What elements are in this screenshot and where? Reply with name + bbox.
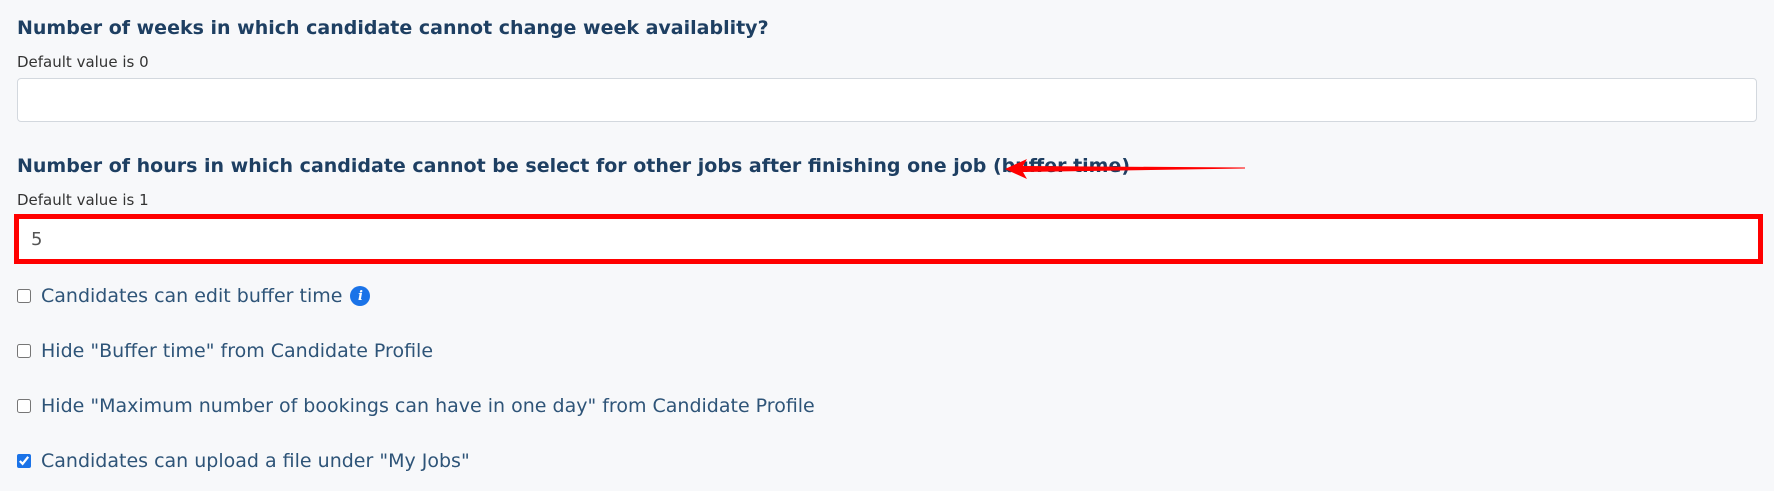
hide-max-bookings-checkbox[interactable] [17, 399, 31, 413]
red-arrow-annotation [1005, 159, 1245, 179]
week-lock-hint: Default value is 0 [17, 53, 149, 71]
option-edit-buffer-time[interactable]: Candidates can edit buffer time i [17, 285, 371, 307]
edit-buffer-time-label: Candidates can edit buffer time [41, 285, 343, 307]
upload-file-checkbox[interactable] [17, 454, 31, 468]
upload-file-label: Candidates can upload a file under "My J… [41, 450, 470, 472]
hide-buffer-time-checkbox[interactable] [17, 344, 31, 358]
buffer-time-title: Number of hours in which candidate canno… [17, 155, 1131, 177]
option-upload-file[interactable]: Candidates can upload a file under "My J… [17, 450, 470, 472]
buffer-time-highlight [14, 214, 1763, 264]
info-icon[interactable]: i [350, 286, 371, 306]
option-hide-max-bookings[interactable]: Hide "Maximum number of bookings can hav… [17, 395, 815, 417]
week-lock-title: Number of weeks in which candidate canno… [17, 17, 769, 39]
buffer-time-input[interactable] [19, 219, 1758, 259]
buffer-time-hint: Default value is 1 [17, 191, 149, 209]
hide-buffer-time-label: Hide "Buffer time" from Candidate Profil… [41, 340, 434, 362]
option-hide-buffer-time[interactable]: Hide "Buffer time" from Candidate Profil… [17, 340, 433, 362]
hide-max-bookings-label: Hide "Maximum number of bookings can hav… [41, 395, 815, 417]
edit-buffer-time-checkbox[interactable] [17, 289, 31, 303]
week-lock-input[interactable] [17, 78, 1757, 122]
